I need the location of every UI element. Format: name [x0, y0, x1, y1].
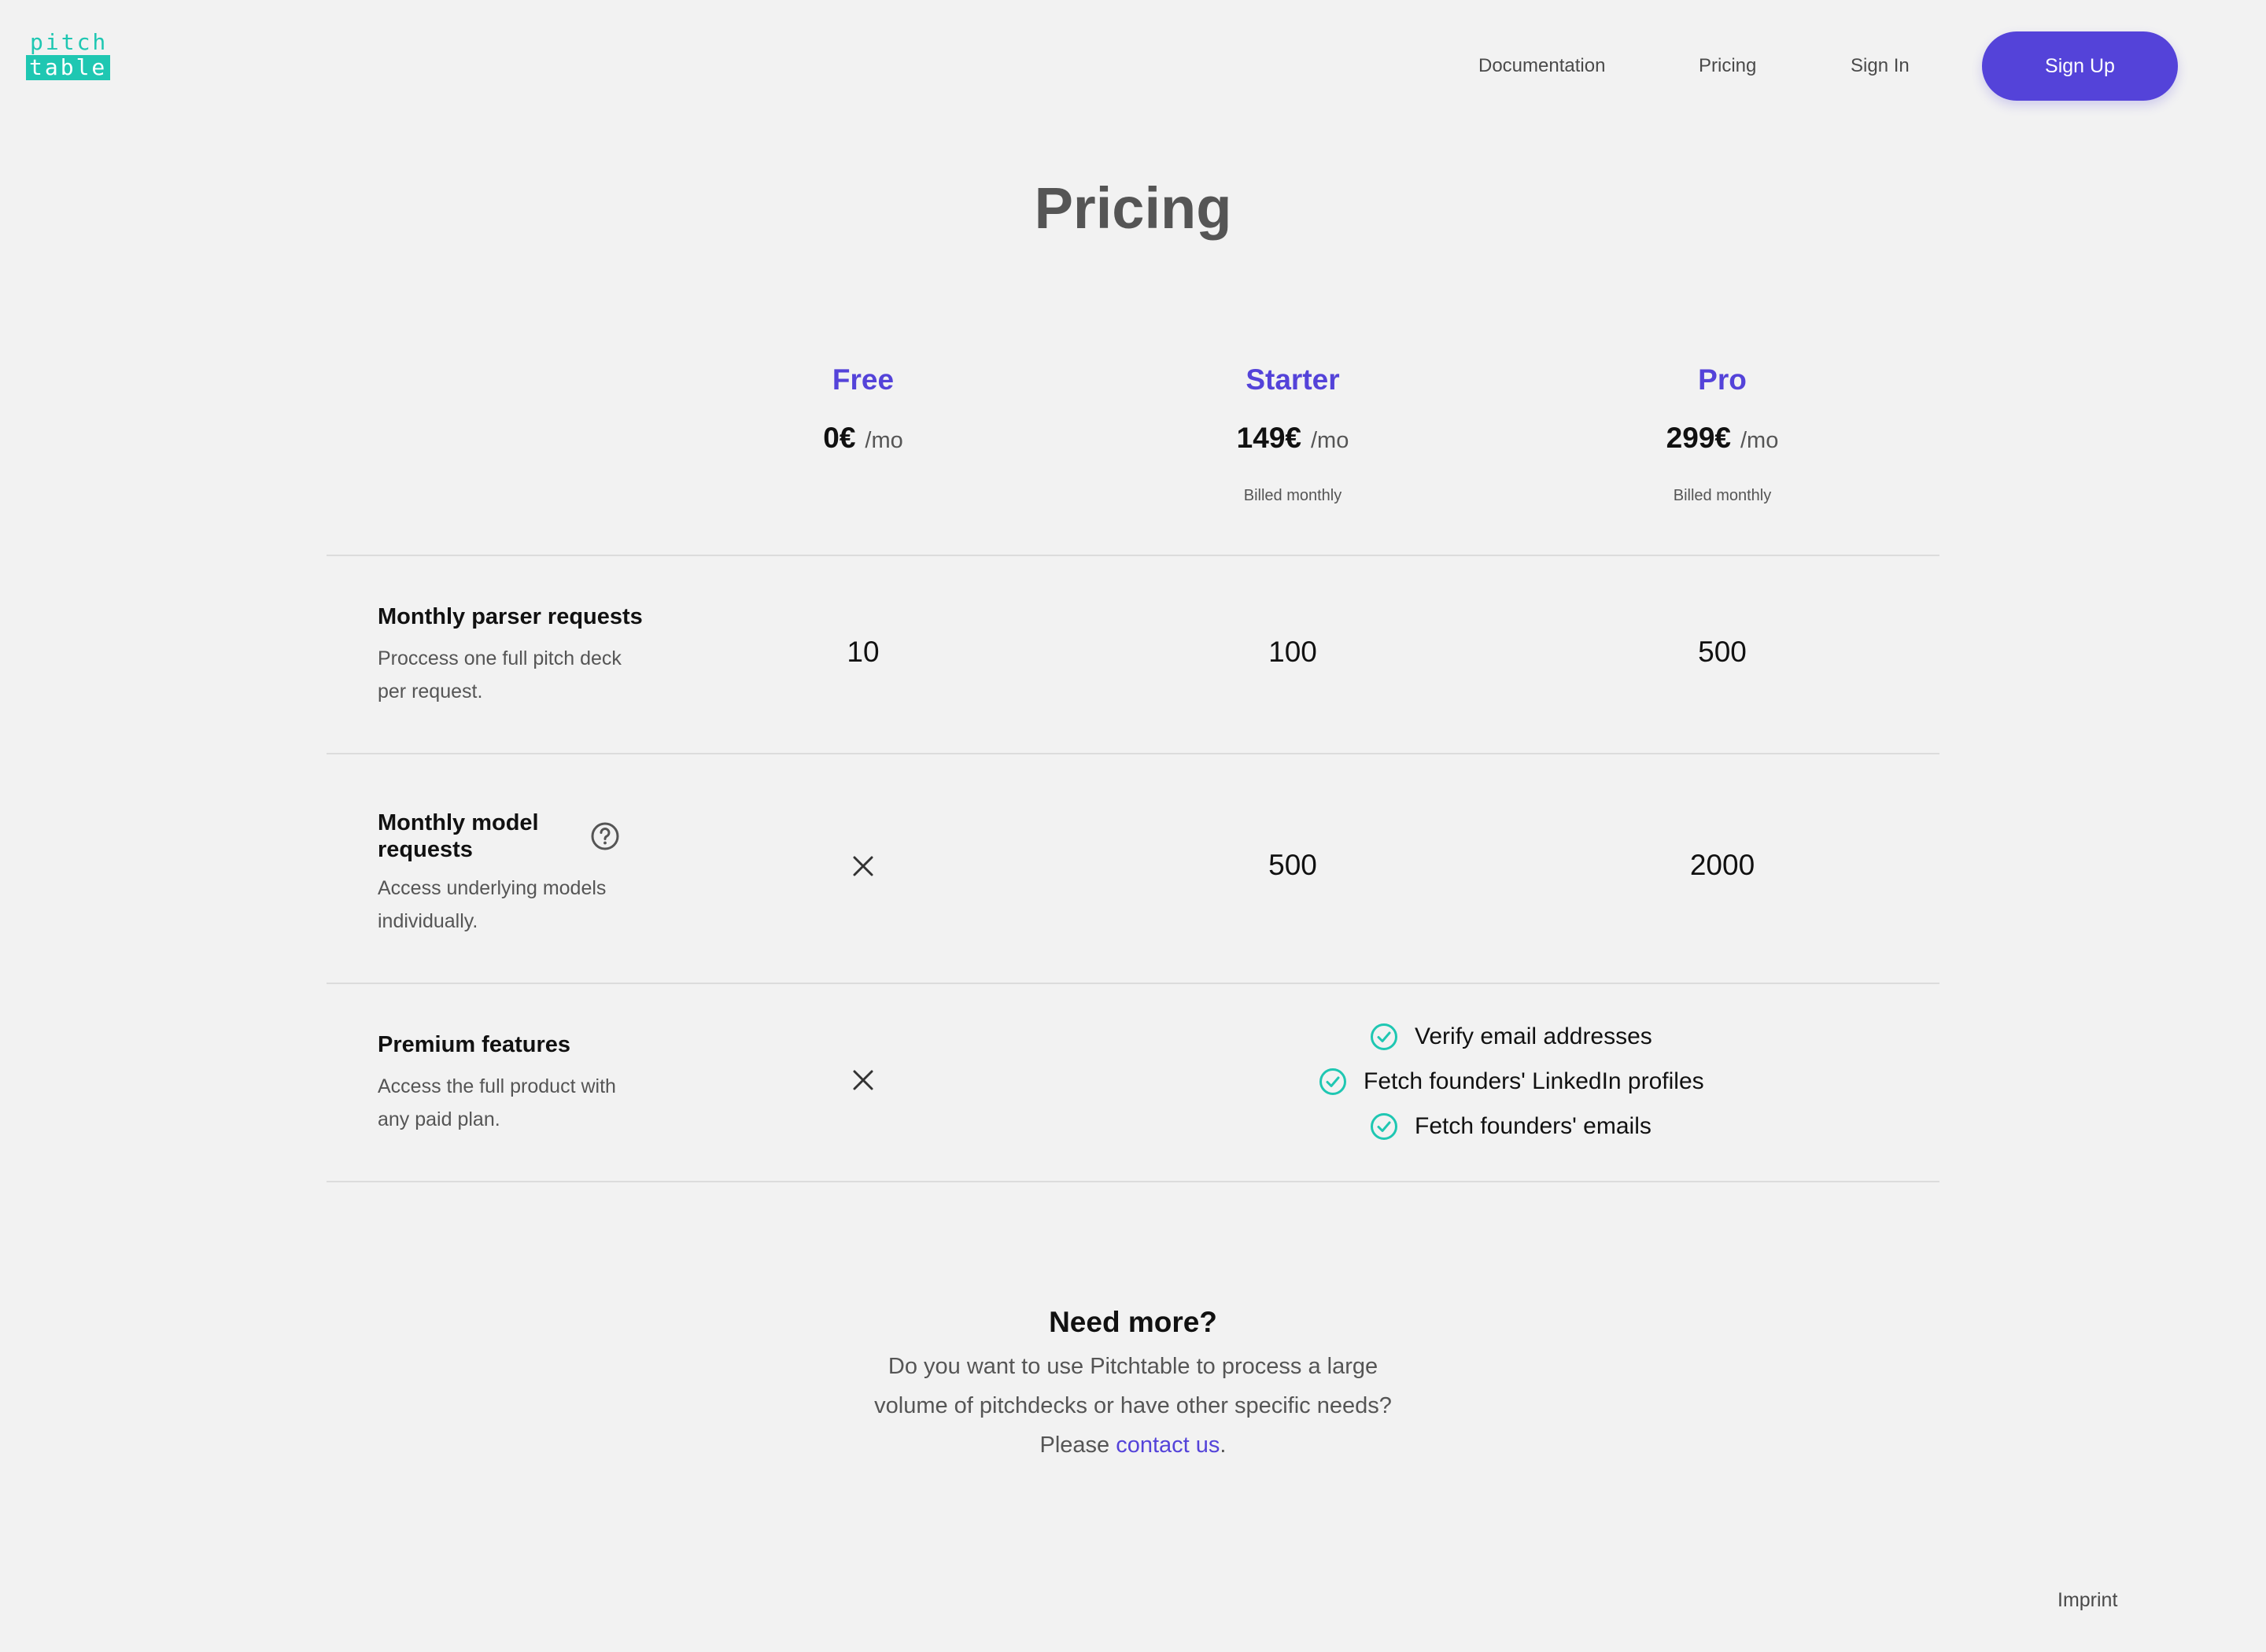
model-requests-starter: 500 — [1268, 849, 1317, 881]
plan-price-starter: 149€ /mo — [1096, 422, 1489, 455]
logo-text-top: pitch — [30, 29, 109, 55]
price-amount: 299€ — [1666, 422, 1731, 454]
need-more-line: Do you want to use Pitchtable to process… — [888, 1354, 1378, 1379]
need-more-line: volume of pitchdecks or have other speci… — [874, 1393, 1392, 1418]
model-requests-pro: 2000 — [1689, 849, 1755, 881]
premium-feature-label: Fetch founders' LinkedIn profiles — [1364, 1068, 1704, 1094]
description-line: any paid plan. — [378, 1108, 500, 1130]
nav-documentation-link[interactable]: Documentation — [1478, 55, 1605, 77]
plan-name-free: Free — [832, 363, 895, 396]
description-line: Proccess one full pitch deck — [378, 647, 622, 669]
logo-text-bottom: table — [26, 55, 111, 80]
need-more-title: Need more? — [1049, 1306, 1217, 1338]
title-line: requests — [378, 837, 473, 862]
close-icon — [853, 856, 873, 876]
feature-description-parser-requests: Proccess one full pitch deck per request… — [378, 642, 661, 708]
imprint-link[interactable]: Imprint — [2057, 1589, 2117, 1612]
premium-feature-item: Fetch founders' LinkedIn profiles — [1318, 1067, 1704, 1097]
billing-note-starter: Billed monthly — [1243, 487, 1342, 504]
feature-title-model-requests: Monthly model requests — [378, 809, 539, 863]
parser-requests-starter: 100 — [1268, 636, 1317, 668]
nav-sign-in-link[interactable]: Sign In — [1851, 55, 1910, 77]
premium-feature-item: Verify email addresses — [1369, 1022, 1652, 1052]
pricing-page: pitch table Documentation Pricing Sign I… — [0, 0, 2266, 1652]
feature-title-premium-features: Premium features — [378, 1032, 570, 1057]
contact-us-link[interactable]: contact us — [1116, 1433, 1220, 1458]
plan-name-pro: Pro — [1698, 363, 1747, 396]
premium-feature-label: Verify email addresses — [1415, 1023, 1652, 1049]
help-circle-icon[interactable] — [589, 820, 621, 852]
nav-pricing-link[interactable]: Pricing — [1699, 55, 1756, 77]
need-more-prefix: Please — [1039, 1433, 1116, 1458]
plan-price-free: 0€ /mo — [666, 422, 1060, 455]
page-title: Pricing — [1034, 175, 1232, 241]
price-period: /mo — [1310, 428, 1349, 453]
parser-requests-free: 10 — [847, 636, 880, 668]
description-line: Access the full product with — [378, 1075, 616, 1097]
feature-description-model-requests: Access underlying models individually. — [378, 872, 661, 938]
description-line: per request. — [378, 680, 483, 702]
check-circle-icon — [1319, 1068, 1346, 1095]
premium-feature-label: Fetch founders' emails — [1415, 1113, 1652, 1139]
need-more-line: Please contact us. — [818, 1425, 1448, 1465]
table-divider — [327, 1181, 1939, 1182]
need-more-text: Do you want to use Pitchtable to process… — [818, 1347, 1448, 1465]
feature-title-parser-requests: Monthly parser requests — [378, 604, 643, 629]
feature-description-premium-features: Access the full product with any paid pl… — [378, 1070, 661, 1136]
close-icon — [853, 1070, 873, 1090]
check-circle-icon — [1371, 1023, 1397, 1050]
price-period: /mo — [865, 428, 903, 453]
sign-up-button[interactable]: Sign Up — [1982, 31, 2178, 101]
price-period: /mo — [1740, 428, 1779, 453]
title-line: Monthly model — [378, 810, 539, 835]
need-more-suffix: . — [1220, 1433, 1227, 1458]
table-divider — [327, 555, 1939, 556]
description-line: Access underlying models — [378, 877, 607, 899]
price-amount: 149€ — [1236, 422, 1301, 454]
plan-name-starter: Starter — [1246, 363, 1340, 396]
price-amount: 0€ — [823, 422, 856, 454]
plan-price-pro: 299€ /mo — [1526, 422, 1919, 455]
description-line: individually. — [378, 910, 478, 932]
parser-requests-pro: 500 — [1698, 636, 1747, 668]
table-divider — [327, 983, 1939, 984]
billing-note-pro: Billed monthly — [1673, 487, 1772, 504]
premium-feature-item: Fetch founders' emails — [1369, 1112, 1652, 1141]
pitchtable-logo[interactable]: pitch table — [26, 29, 111, 80]
check-circle-icon — [1371, 1113, 1397, 1140]
table-divider — [327, 753, 1939, 754]
